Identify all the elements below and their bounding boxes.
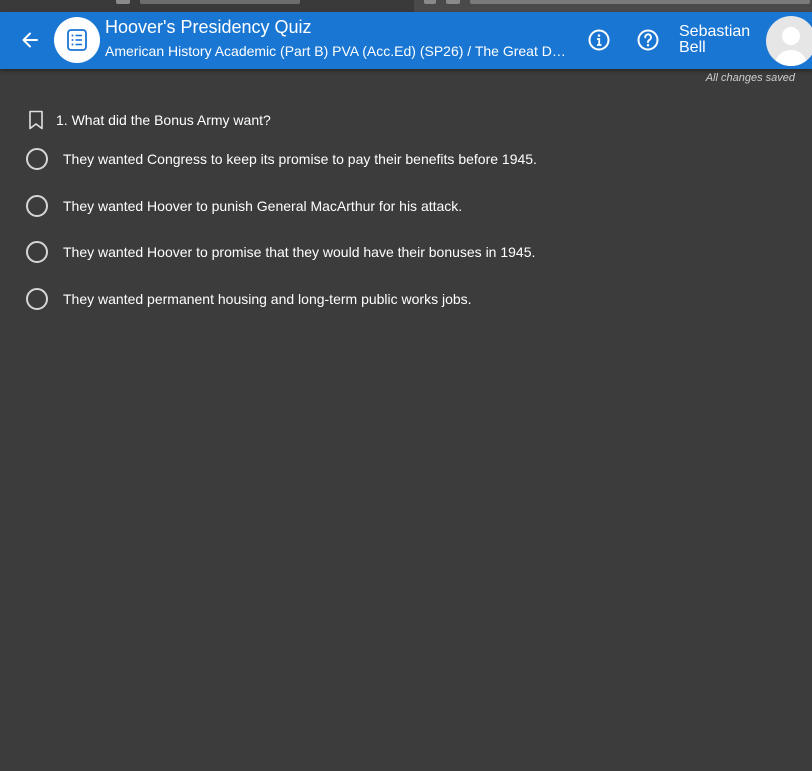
user-last-name: Bell [679, 39, 706, 56]
radio-button[interactable] [26, 195, 48, 217]
arrow-left-icon [22, 32, 38, 48]
user-name[interactable]: Sebastian Bell [679, 24, 759, 56]
user-avatar-icon [774, 27, 808, 66]
browser-tab-strip [0, 0, 812, 12]
question-prompt: 1. What did the Bonus Army want? [28, 110, 271, 130]
quiz-title: Hoover's Presidency Quiz [105, 17, 312, 37]
info-button[interactable] [587, 28, 611, 52]
quiz-list-icon [67, 29, 87, 51]
answer-option-text: They wanted Congress to keep its promise… [63, 151, 537, 167]
browser-tab-active[interactable] [414, 0, 812, 12]
radio-button[interactable] [26, 148, 48, 170]
question-text: What did the Bonus Army want? [71, 112, 271, 128]
back-button[interactable] [14, 24, 46, 56]
answer-option-text: They wanted Hoover to promise that they … [63, 244, 536, 260]
quiz-badge [54, 17, 100, 63]
info-icon [588, 29, 610, 51]
avatar[interactable] [766, 16, 812, 66]
user-first-name: Sebastian [679, 23, 751, 40]
answer-option-2[interactable]: They wanted Hoover to punish General Mac… [26, 195, 462, 217]
answer-option-text: They wanted permanent housing and long-t… [63, 291, 472, 307]
help-icon [637, 29, 659, 51]
save-status: All changes saved [705, 72, 795, 84]
help-button[interactable] [636, 28, 660, 52]
course-breadcrumb: American History Academic (Part B) PVA (… [105, 43, 571, 59]
radio-button[interactable] [26, 241, 48, 263]
answer-option-4[interactable]: They wanted permanent housing and long-t… [26, 288, 472, 310]
answer-option-1[interactable]: They wanted Congress to keep its promise… [26, 148, 537, 170]
answer-option-text: They wanted Hoover to punish General Mac… [63, 198, 463, 214]
quiz-header: Hoover's Presidency Quiz American Histor… [0, 12, 812, 69]
browser-tab[interactable] [0, 0, 414, 12]
answer-option-3[interactable]: They wanted Hoover to promise that they … [26, 241, 535, 263]
radio-button[interactable] [26, 288, 48, 310]
question-number: 1. [56, 112, 68, 128]
bookmark-icon[interactable] [28, 110, 44, 130]
